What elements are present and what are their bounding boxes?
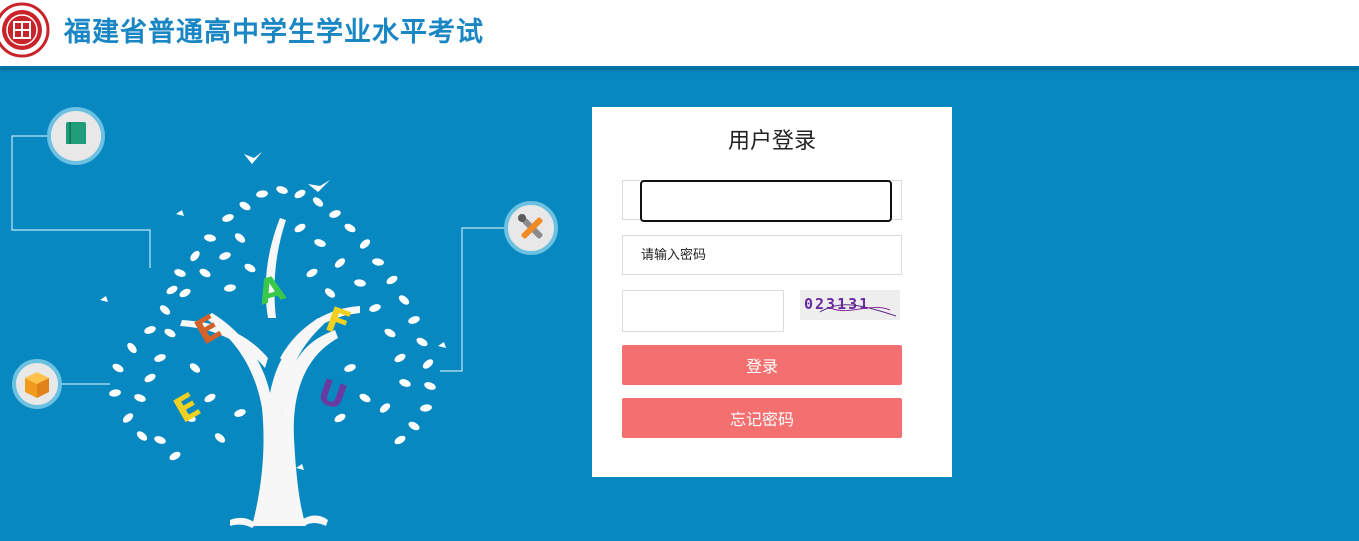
captcha-input[interactable] <box>622 290 784 332</box>
main-area: A E E F U 用户登录 023131 登录 忘记密码 <box>0 68 1359 541</box>
login-button[interactable]: 登录 <box>622 345 902 385</box>
letter-e-yellow: E <box>167 385 207 431</box>
tree-illustration: A E E F U <box>11 107 558 528</box>
tools-icon <box>504 201 558 255</box>
login-card: 用户登录 023131 登录 忘记密码 <box>592 107 952 477</box>
cube-icon <box>12 359 62 409</box>
letter-a: A <box>253 268 289 314</box>
login-title: 用户登录 <box>727 129 816 154</box>
password-field-wrap <box>622 235 902 275</box>
top-header: 福建省普通高中学生学业水平考试 <box>0 0 1359 68</box>
exam-seal-logo <box>0 2 50 58</box>
letter-u: U <box>312 371 352 418</box>
password-input[interactable] <box>623 236 901 274</box>
connector-lines <box>11 135 505 385</box>
book-icon <box>47 107 105 165</box>
username-input[interactable] <box>640 180 892 222</box>
site-title: 福建省普通高中学生学业水平考试 <box>64 17 484 48</box>
letter-f: F <box>320 299 356 345</box>
forgot-password-button[interactable]: 忘记密码 <box>622 398 902 438</box>
username-field-wrap <box>622 180 902 222</box>
captcha-image[interactable]: 023131 <box>800 290 900 320</box>
